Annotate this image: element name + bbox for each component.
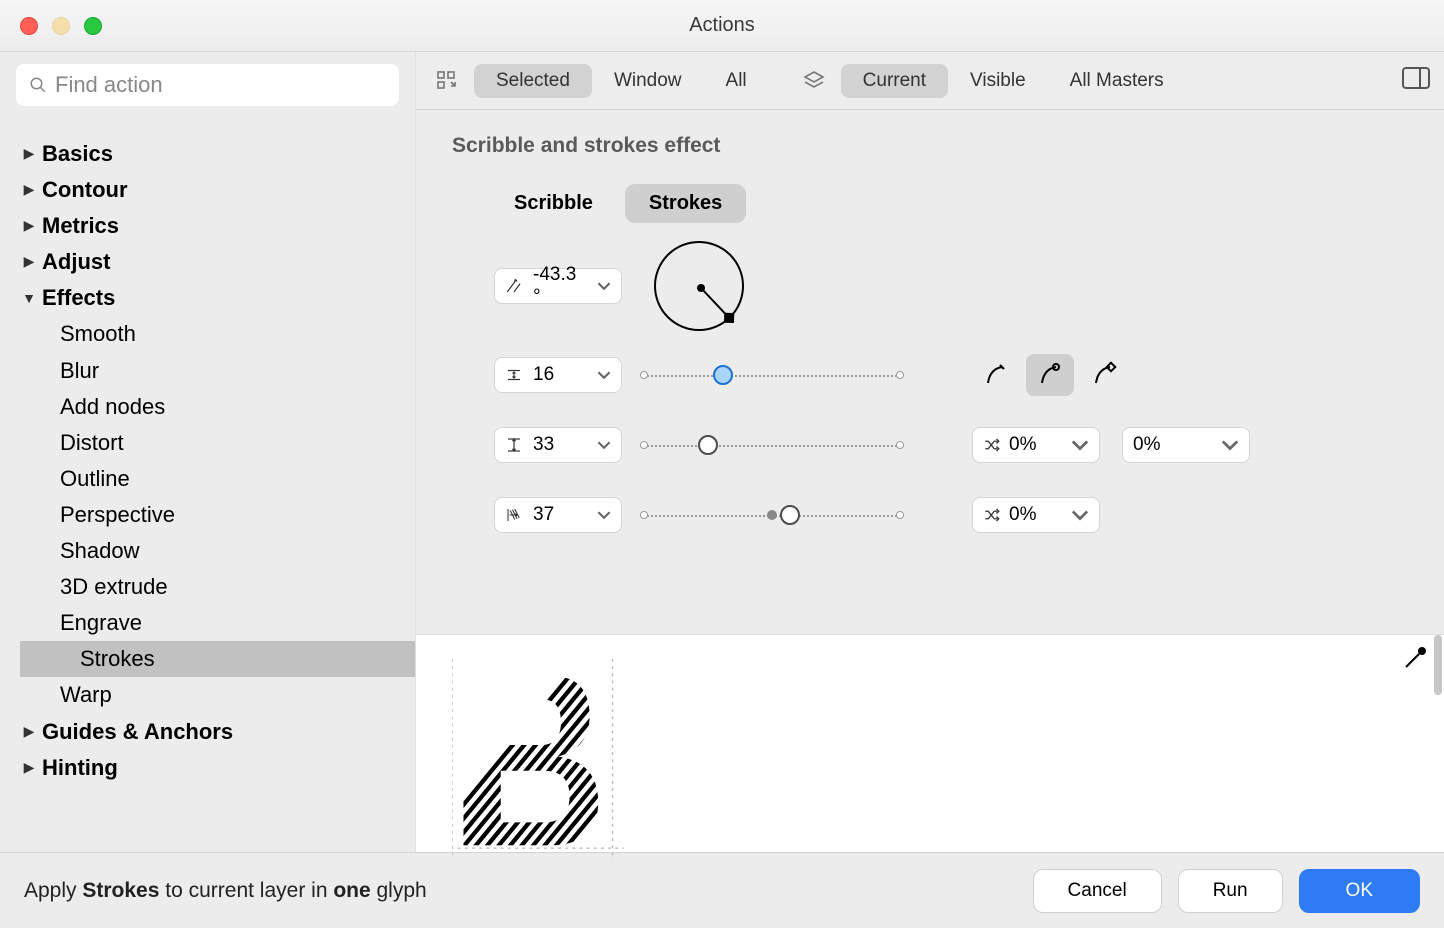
shuffle-icon: [983, 436, 1001, 454]
toggle-panel-button[interactable]: [1402, 67, 1430, 94]
chevron-down-icon: [1071, 436, 1089, 454]
shift-field[interactable]: 37: [494, 497, 622, 533]
tree-item-outline[interactable]: Outline: [60, 461, 415, 497]
panel-body: Scribble and strokes effect Scribble Str…: [416, 110, 1444, 634]
layer-icon: [797, 69, 831, 93]
height-random-a-value: 0%: [1009, 434, 1036, 456]
tab-scribble[interactable]: Scribble: [490, 184, 617, 223]
chevron-right-icon: ▶: [20, 143, 38, 165]
tree-item-basics[interactable]: ▶Basics: [20, 136, 415, 172]
toolbar: Selected Window All Current Visible All …: [416, 52, 1444, 110]
chevron-right-icon: ▶: [20, 179, 38, 201]
pen-flat-button[interactable]: [972, 354, 1020, 396]
pen-round-button[interactable]: [1026, 354, 1074, 396]
tree-item-effects[interactable]: ▼Effects: [20, 280, 415, 316]
panel-title: Scribble and strokes effect: [452, 134, 1444, 158]
shift-icon: [505, 506, 523, 524]
tree-item-3d-extrude[interactable]: 3D extrude: [60, 569, 415, 605]
angle-value: -43.3 °: [533, 264, 587, 308]
sidebar: ▶Basics ▶Contour ▶Metrics ▶Adjust ▼Effec…: [0, 52, 415, 852]
tree-item-contour[interactable]: ▶Contour: [20, 172, 415, 208]
shift-slider[interactable]: [644, 505, 900, 525]
height-random-b-field[interactable]: 0%: [1122, 427, 1250, 463]
tree-item-warp[interactable]: Warp: [60, 677, 415, 713]
scope-selected-button[interactable]: Selected: [474, 64, 592, 98]
mode-tabs: Scribble Strokes: [490, 184, 1444, 223]
ok-button[interactable]: OK: [1299, 869, 1420, 913]
run-button[interactable]: Run: [1178, 869, 1283, 913]
chevron-down-icon: [597, 368, 611, 382]
chevron-down-icon: [1071, 506, 1089, 524]
tree-item-perspective[interactable]: Perspective: [60, 497, 415, 533]
height-random-b-value: 0%: [1133, 434, 1160, 456]
status-text: Apply Strokes to current layer in one gl…: [24, 879, 427, 903]
scrollbar[interactable]: [1434, 635, 1442, 695]
tree-item-shadow[interactable]: Shadow: [60, 533, 415, 569]
pen-bevel-button[interactable]: [1080, 354, 1128, 396]
chevron-right-icon: ▶: [20, 215, 38, 237]
cancel-button[interactable]: Cancel: [1033, 869, 1162, 913]
chevron-right-icon: ▶: [20, 757, 38, 779]
layer-visible-button[interactable]: Visible: [948, 64, 1048, 98]
preview-pane: [416, 634, 1444, 852]
tree-item-add-nodes[interactable]: Add nodes: [60, 389, 415, 425]
chevron-down-icon: [597, 508, 611, 522]
layer-segment: Current Visible All Masters: [841, 64, 1186, 98]
tree-item-distort[interactable]: Distort: [60, 425, 415, 461]
search-input[interactable]: [16, 64, 399, 106]
angle-dial[interactable]: [654, 241, 744, 331]
titlebar: Actions: [0, 0, 1444, 52]
gap-field[interactable]: 16: [494, 357, 622, 393]
height-icon: [505, 436, 523, 454]
chevron-right-icon: ▶: [20, 251, 38, 273]
chevron-right-icon: ▶: [20, 721, 38, 743]
tree-item-guides-anchors[interactable]: ▶Guides & Anchors: [20, 714, 415, 750]
shift-value: 37: [533, 504, 587, 526]
chevron-down-icon: ▼: [20, 288, 38, 310]
tree-item-engrave[interactable]: Engrave: [60, 605, 415, 641]
shuffle-icon: [983, 506, 1001, 524]
gap-slider[interactable]: [644, 365, 900, 385]
tab-strokes[interactable]: Strokes: [625, 184, 746, 223]
search-icon: [29, 76, 47, 94]
chevron-down-icon: [597, 279, 611, 293]
tree-item-smooth[interactable]: Smooth: [60, 316, 415, 352]
angle-field[interactable]: -43.3 °: [494, 268, 622, 304]
scope-icon: [430, 69, 464, 93]
tree-item-blur[interactable]: Blur: [60, 353, 415, 389]
brush-tool-icon[interactable]: [1400, 645, 1428, 678]
footer: Apply Strokes to current layer in one gl…: [0, 852, 1444, 928]
chevron-down-icon: [1221, 436, 1239, 454]
layer-all-masters-button[interactable]: All Masters: [1048, 64, 1186, 98]
pen-style-group: [972, 354, 1128, 396]
height-value: 33: [533, 434, 587, 456]
chevron-down-icon: [597, 438, 611, 452]
window-title: Actions: [0, 14, 1444, 37]
scope-segment: Selected Window All: [474, 64, 769, 98]
gap-value: 16: [533, 364, 587, 386]
glyph-preview: [452, 659, 624, 860]
angle-icon: [505, 277, 523, 295]
tree-item-hinting[interactable]: ▶Hinting: [20, 750, 415, 786]
layer-current-button[interactable]: Current: [841, 64, 948, 98]
height-field[interactable]: 33: [494, 427, 622, 463]
search-field[interactable]: [55, 72, 386, 98]
tree-item-adjust[interactable]: ▶Adjust: [20, 244, 415, 280]
scope-window-button[interactable]: Window: [592, 64, 704, 98]
tree-item-strokes[interactable]: Strokes: [20, 641, 415, 677]
shift-random-field[interactable]: 0%: [972, 497, 1100, 533]
gap-icon: [505, 366, 523, 384]
height-slider[interactable]: [644, 435, 900, 455]
action-tree: ▶Basics ▶Contour ▶Metrics ▶Adjust ▼Effec…: [0, 118, 415, 786]
scope-all-button[interactable]: All: [704, 64, 769, 98]
shift-random-value: 0%: [1009, 504, 1036, 526]
tree-item-metrics[interactable]: ▶Metrics: [20, 208, 415, 244]
height-random-a-field[interactable]: 0%: [972, 427, 1100, 463]
